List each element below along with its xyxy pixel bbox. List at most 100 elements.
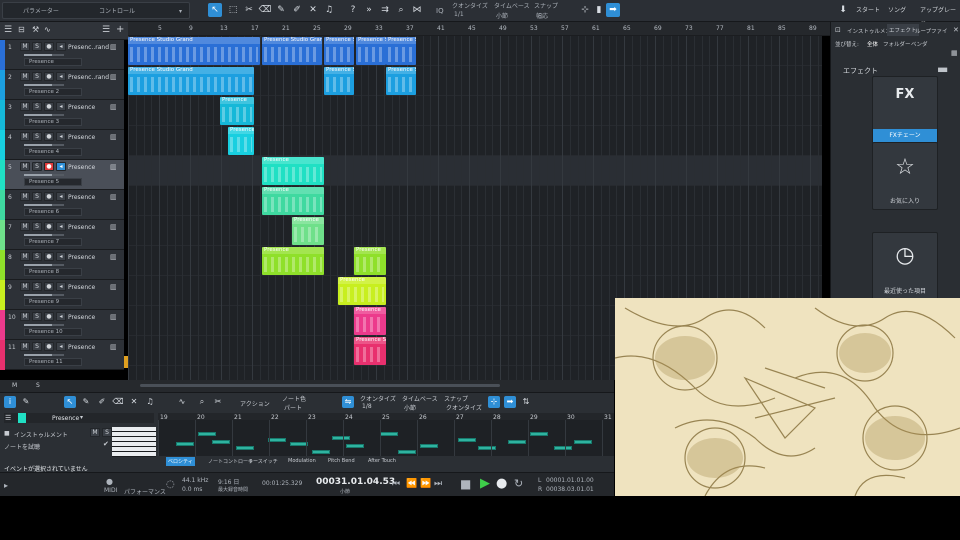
volume-slider[interactable] bbox=[24, 174, 64, 176]
track-7[interactable]: 7 M S ● ◂ Presence ▥ Presence 7 bbox=[0, 220, 124, 250]
loop-start[interactable]: 00001.01.01.00 bbox=[546, 477, 594, 484]
stop-icon[interactable]: ■ bbox=[460, 477, 471, 491]
record-arm-icon[interactable]: ● bbox=[44, 192, 54, 201]
monitor-icon[interactable]: ◂ bbox=[56, 312, 66, 321]
track-6[interactable]: 6 M S ● ◂ Presence ▥ Presence 6 bbox=[0, 190, 124, 220]
instrument-selector[interactable]: Presence bbox=[24, 58, 82, 66]
lane-tab[interactable]: キースイッチ bbox=[246, 457, 280, 466]
instrument-selector[interactable]: Presence 4 bbox=[24, 148, 82, 156]
midi-note[interactable] bbox=[458, 438, 476, 442]
track-name[interactable]: Presence bbox=[68, 194, 95, 201]
piano-roll[interactable] bbox=[158, 420, 614, 456]
track-name[interactable]: Presence bbox=[68, 344, 95, 351]
solo-button[interactable]: S bbox=[32, 72, 42, 81]
track-name[interactable]: Presence bbox=[68, 254, 95, 261]
mute-button[interactable]: M bbox=[20, 132, 30, 141]
volume-slider[interactable] bbox=[24, 54, 64, 56]
editor-iq-icon[interactable]: ⇋ bbox=[342, 396, 354, 408]
close-icon[interactable]: ✕ bbox=[953, 26, 959, 34]
auto-scroll-icon[interactable]: » bbox=[362, 3, 376, 17]
event-clip[interactable]: Presence S bbox=[386, 67, 416, 95]
monitor-icon[interactable]: ◂ bbox=[56, 162, 66, 171]
track-name[interactable]: Presenc..rand bbox=[68, 74, 109, 81]
mute-button[interactable]: M bbox=[20, 162, 30, 171]
tab-start[interactable]: スタート bbox=[850, 4, 886, 18]
monitor-icon[interactable]: ◂ bbox=[56, 342, 66, 351]
piano-keys[interactable] bbox=[112, 427, 156, 457]
mute-tool-icon[interactable]: ✕ bbox=[306, 3, 320, 17]
follow-icon[interactable]: ➡ bbox=[606, 3, 620, 17]
track-name[interactable]: Presenc..rand bbox=[68, 44, 109, 51]
instrument-selector[interactable]: Presence 9 bbox=[24, 298, 82, 306]
pencil-tool-icon[interactable]: ✎ bbox=[274, 3, 288, 17]
note-color-value[interactable]: パート bbox=[284, 403, 302, 412]
record-arm-icon[interactable]: ● bbox=[44, 342, 54, 351]
midi-note[interactable] bbox=[212, 440, 230, 444]
zoom-icon[interactable]: ⌕ bbox=[394, 3, 408, 17]
monitor-icon[interactable]: ◂ bbox=[56, 132, 66, 141]
timeline-ruler[interactable]: 5 9 13 17 21 25 29 33 37 41 45 49 53 57 61 65 69 73 77 81 85… bbox=[128, 22, 830, 36]
record-arm-icon[interactable]: ● bbox=[44, 312, 54, 321]
info-icon[interactable]: i bbox=[4, 396, 16, 408]
editor-chevron-icon[interactable]: ▾ bbox=[80, 414, 83, 421]
snap-grid-icon[interactable]: ⊹ bbox=[578, 3, 592, 17]
track-10[interactable]: 10 M S ● ◂ Presence ▥ Presence 10 bbox=[0, 310, 124, 340]
rewind-icon[interactable]: ⏪ bbox=[406, 479, 417, 489]
loop-end[interactable]: 00038.03.01.01 bbox=[546, 486, 594, 493]
grid-view-icon[interactable]: ▦ bbox=[951, 49, 958, 57]
lane-tab[interactable]: Modulation bbox=[286, 457, 318, 465]
editor-listen-icon[interactable]: ♫ bbox=[144, 396, 156, 408]
position-bars[interactable]: 00031.01.04.53 bbox=[316, 477, 395, 487]
list-icon[interactable]: ☰ bbox=[102, 25, 110, 35]
checkbox-icon[interactable]: ✔ bbox=[103, 440, 109, 448]
tab-upgrade[interactable]: アップグレード bbox=[918, 4, 960, 28]
lane-tab[interactable]: ベロシティ bbox=[166, 457, 195, 466]
play-icon[interactable]: ▶ bbox=[480, 476, 490, 491]
recent-card[interactable]: ◷ 最近使った項目 bbox=[872, 232, 938, 300]
editor-instrument-name[interactable]: Presence bbox=[52, 415, 79, 422]
instrument-selector[interactable]: Presence 7 bbox=[24, 238, 82, 246]
instrument-selector[interactable]: Presence 3 bbox=[24, 118, 82, 126]
volume-slider[interactable] bbox=[24, 264, 64, 266]
mute-button[interactable]: M bbox=[20, 312, 30, 321]
editor-solo-button[interactable]: S bbox=[102, 428, 112, 437]
solo-button[interactable]: S bbox=[32, 252, 42, 261]
help-icon[interactable]: ? bbox=[346, 3, 360, 17]
monitor-icon[interactable]: ◂ bbox=[56, 192, 66, 201]
record-arm-icon[interactable]: ● bbox=[44, 252, 54, 261]
loop-icon[interactable]: ↻ bbox=[514, 477, 523, 490]
event-clip[interactable]: Presence bbox=[262, 187, 324, 215]
mute-button[interactable]: M bbox=[20, 222, 30, 231]
mute-button[interactable]: M bbox=[20, 72, 30, 81]
editor-menu-icon[interactable]: ☰ bbox=[5, 414, 11, 422]
track-name[interactable]: Presence bbox=[68, 104, 95, 111]
position-seconds[interactable]: 00:01:25.329 bbox=[262, 480, 302, 487]
track-5[interactable]: 5 M S ● ◂ Presence ▥ Presence 5 bbox=[0, 160, 124, 190]
automation-icon[interactable]: ∿ bbox=[44, 25, 51, 34]
track-9[interactable]: 9 M S ● ◂ Presence ▥ Presence 9 bbox=[0, 280, 124, 310]
track-4[interactable]: 4 M S ● ◂ Presence ▥ Presence 4 bbox=[0, 130, 124, 160]
draw-tool-icon[interactable]: ✐ bbox=[290, 3, 304, 17]
event-clip[interactable]: Presence Studio Grand bbox=[262, 37, 322, 65]
mute-button[interactable]: M bbox=[20, 102, 30, 111]
forward-icon[interactable]: ⏩ bbox=[420, 479, 431, 489]
volume-slider[interactable] bbox=[24, 234, 64, 236]
instrument-selector[interactable]: Presence 6 bbox=[24, 208, 82, 216]
event-clip[interactable]: Presence S bbox=[356, 37, 386, 65]
volume-slider[interactable] bbox=[24, 144, 64, 146]
track-name[interactable]: Presence bbox=[68, 164, 95, 171]
solo-button[interactable]: S bbox=[32, 102, 42, 111]
editor-quantize-value[interactable]: 1/8 bbox=[362, 403, 372, 410]
midi-note[interactable] bbox=[176, 442, 194, 446]
filter-vendor[interactable]: ベンダ bbox=[911, 40, 928, 48]
midi-note[interactable] bbox=[478, 446, 496, 450]
action-label[interactable]: アクション bbox=[240, 399, 270, 408]
event-clip[interactable]: Presence bbox=[292, 217, 324, 245]
editor-split-icon[interactable]: ✂ bbox=[212, 396, 224, 408]
event-clip[interactable]: Presence S bbox=[324, 37, 354, 65]
volume-slider[interactable] bbox=[24, 324, 64, 326]
editor-timebase-value[interactable]: 小節 bbox=[404, 403, 416, 412]
eraser-tool-icon[interactable]: ⌫ bbox=[258, 3, 272, 17]
volume-slider[interactable] bbox=[24, 114, 64, 116]
event-clip[interactable]: Presence bbox=[338, 277, 386, 305]
